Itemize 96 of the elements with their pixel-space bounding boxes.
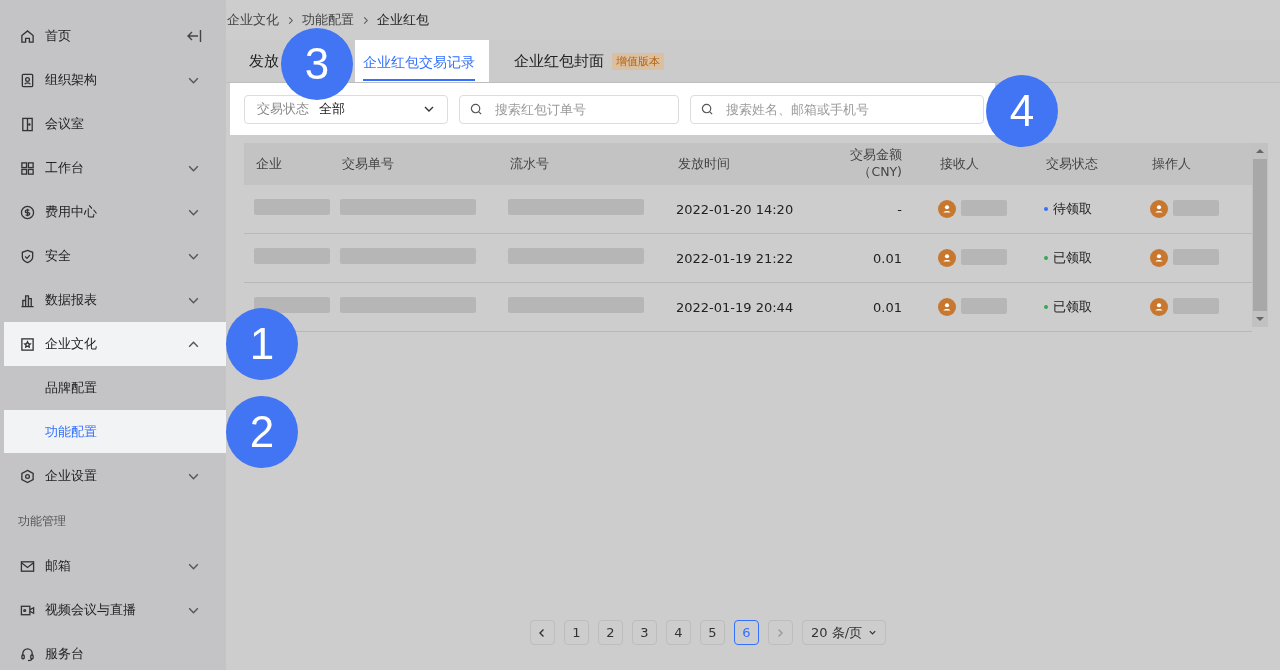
table-cell: 待领取 — [1053, 200, 1092, 218]
nav-subitem[interactable]: 功能配置 — [4, 410, 226, 453]
search-input[interactable]: 搜索红包订单号 — [493, 100, 674, 118]
hexagon-icon — [20, 468, 35, 484]
table-cell: 0.01 — [873, 299, 902, 315]
nav-item[interactable]: 安全 — [4, 234, 226, 278]
column-header: 流水号 — [509, 155, 550, 173]
table-cell: 2022-01-19 21:22 — [676, 250, 794, 266]
step-marker: 2 — [226, 396, 298, 468]
page-button[interactable]: 3 — [631, 620, 657, 645]
table-cell: 已领取 — [1053, 249, 1092, 267]
bar-chart-icon — [20, 292, 35, 308]
step-marker: 3 — [281, 28, 353, 100]
nav-label: 服务台 — [45, 645, 85, 663]
search-icon — [701, 102, 714, 116]
nav-item[interactable]: 会议室 — [4, 102, 226, 146]
nav-label: 费用中心 — [45, 203, 98, 221]
status-select[interactable]: 交易状态 全部 — [244, 94, 448, 124]
nav-label: 企业文化 — [45, 335, 98, 353]
scroll-up-icon[interactable] — [1256, 148, 1264, 154]
door-icon — [20, 116, 35, 132]
column-header: 企业 — [255, 155, 283, 173]
scrollbar[interactable] — [1252, 143, 1268, 327]
nav-item[interactable]: 邮箱 — [4, 544, 226, 588]
nav-label: 数据报表 — [45, 291, 98, 309]
search-icon — [470, 102, 483, 116]
table-cell: 0.01 — [873, 250, 902, 266]
breadcrumb-item[interactable]: 企业文化 — [227, 11, 279, 29]
nav-label: 工作台 — [45, 159, 85, 177]
nav-label: 安全 — [45, 247, 72, 265]
page-button[interactable]: 1 — [563, 620, 589, 645]
avatar-icon — [1150, 298, 1168, 316]
column-header: 发放时间 — [677, 155, 731, 173]
contact-card-icon — [20, 72, 35, 88]
nav-item[interactable]: 服务台 — [4, 632, 226, 670]
grid-icon — [20, 160, 35, 176]
scroll-down-icon[interactable] — [1256, 316, 1264, 322]
nav-label: 企业设置 — [45, 467, 98, 485]
page-button[interactable]: 2 — [597, 620, 623, 645]
column-header: 交易状态 — [1045, 155, 1099, 173]
nav-label: 会议室 — [45, 115, 85, 133]
tab[interactable]: 发放 — [234, 40, 279, 82]
table-cell: - — [897, 201, 902, 217]
scroll-thumb[interactable] — [1253, 159, 1267, 311]
nav-item[interactable]: 数据报表 — [4, 278, 226, 322]
collapse-sidebar-icon[interactable] — [186, 29, 202, 43]
headset-icon — [20, 646, 35, 662]
avatar-icon — [938, 298, 956, 316]
avatar-icon — [1150, 200, 1168, 218]
avatar-icon — [938, 249, 956, 267]
table-cell: 2022-01-20 14:20 — [676, 201, 794, 217]
nav-item[interactable]: 费用中心 — [4, 190, 226, 234]
table-cell: 已领取 — [1053, 298, 1092, 316]
breadcrumb-item[interactable]: 功能配置 — [302, 11, 354, 29]
nav-item[interactable]: 企业文化 — [4, 322, 226, 366]
page-size-select[interactable]: 20 条/页 — [801, 620, 887, 645]
tab-label: 企业红包封面 — [514, 51, 604, 71]
nav-label: 首页 — [45, 27, 72, 45]
step-marker: 1 — [226, 308, 298, 380]
page-button[interactable]: 5 — [699, 620, 725, 645]
column-header: 接收人 — [939, 155, 980, 173]
page-button[interactable]: 4 — [665, 620, 691, 645]
section-label: 功能管理 — [17, 512, 67, 530]
tier-badge: 增值版本 — [612, 52, 664, 70]
nav-item[interactable]: 视频会议与直播 — [4, 588, 226, 632]
column-header: 交易单号 — [341, 155, 395, 173]
mail-icon — [20, 558, 35, 574]
search-input[interactable]: 搜索姓名、邮箱或手机号 — [724, 100, 968, 118]
chevron-right-icon — [287, 15, 294, 25]
star-frame-icon — [20, 336, 35, 352]
column-header: 交易金额（CNY) — [849, 147, 903, 181]
nav-item[interactable]: 企业设置 — [4, 454, 226, 498]
avatar-icon — [1150, 249, 1168, 267]
nav-label: 视频会议与直播 — [45, 601, 137, 619]
coin-icon — [20, 204, 35, 220]
nav-item[interactable]: 工作台 — [4, 146, 226, 190]
avatar-icon — [938, 200, 956, 218]
shield-icon — [20, 248, 35, 264]
nav-label: 邮箱 — [45, 557, 72, 575]
column-header: 操作人 — [1151, 155, 1192, 173]
nav-subitem[interactable]: 品牌配置 — [4, 366, 226, 409]
nav-label: 组织架构 — [45, 71, 98, 89]
tab-label: 企业红包交易记录 — [363, 45, 475, 81]
nav-item[interactable]: 首页 — [4, 14, 226, 58]
search-field[interactable]: 搜索姓名、邮箱或手机号 — [690, 94, 984, 124]
nav-item[interactable]: 组织架构 — [4, 58, 226, 102]
tab[interactable]: 企业红包封面 增值版本 — [499, 40, 679, 82]
tab[interactable]: 企业红包交易记录 — [355, 40, 489, 82]
table-cell: 2022-01-19 20:44 — [676, 299, 794, 315]
previous-page-button[interactable] — [529, 620, 555, 645]
chevron-right-icon — [362, 15, 369, 25]
chevron-down-icon — [868, 628, 878, 637]
search-field[interactable]: 搜索红包订单号 — [459, 94, 679, 124]
home-icon — [20, 28, 35, 44]
breadcrumb-item: 企业红包 — [377, 11, 429, 29]
tab-label: 发放 — [249, 51, 279, 71]
